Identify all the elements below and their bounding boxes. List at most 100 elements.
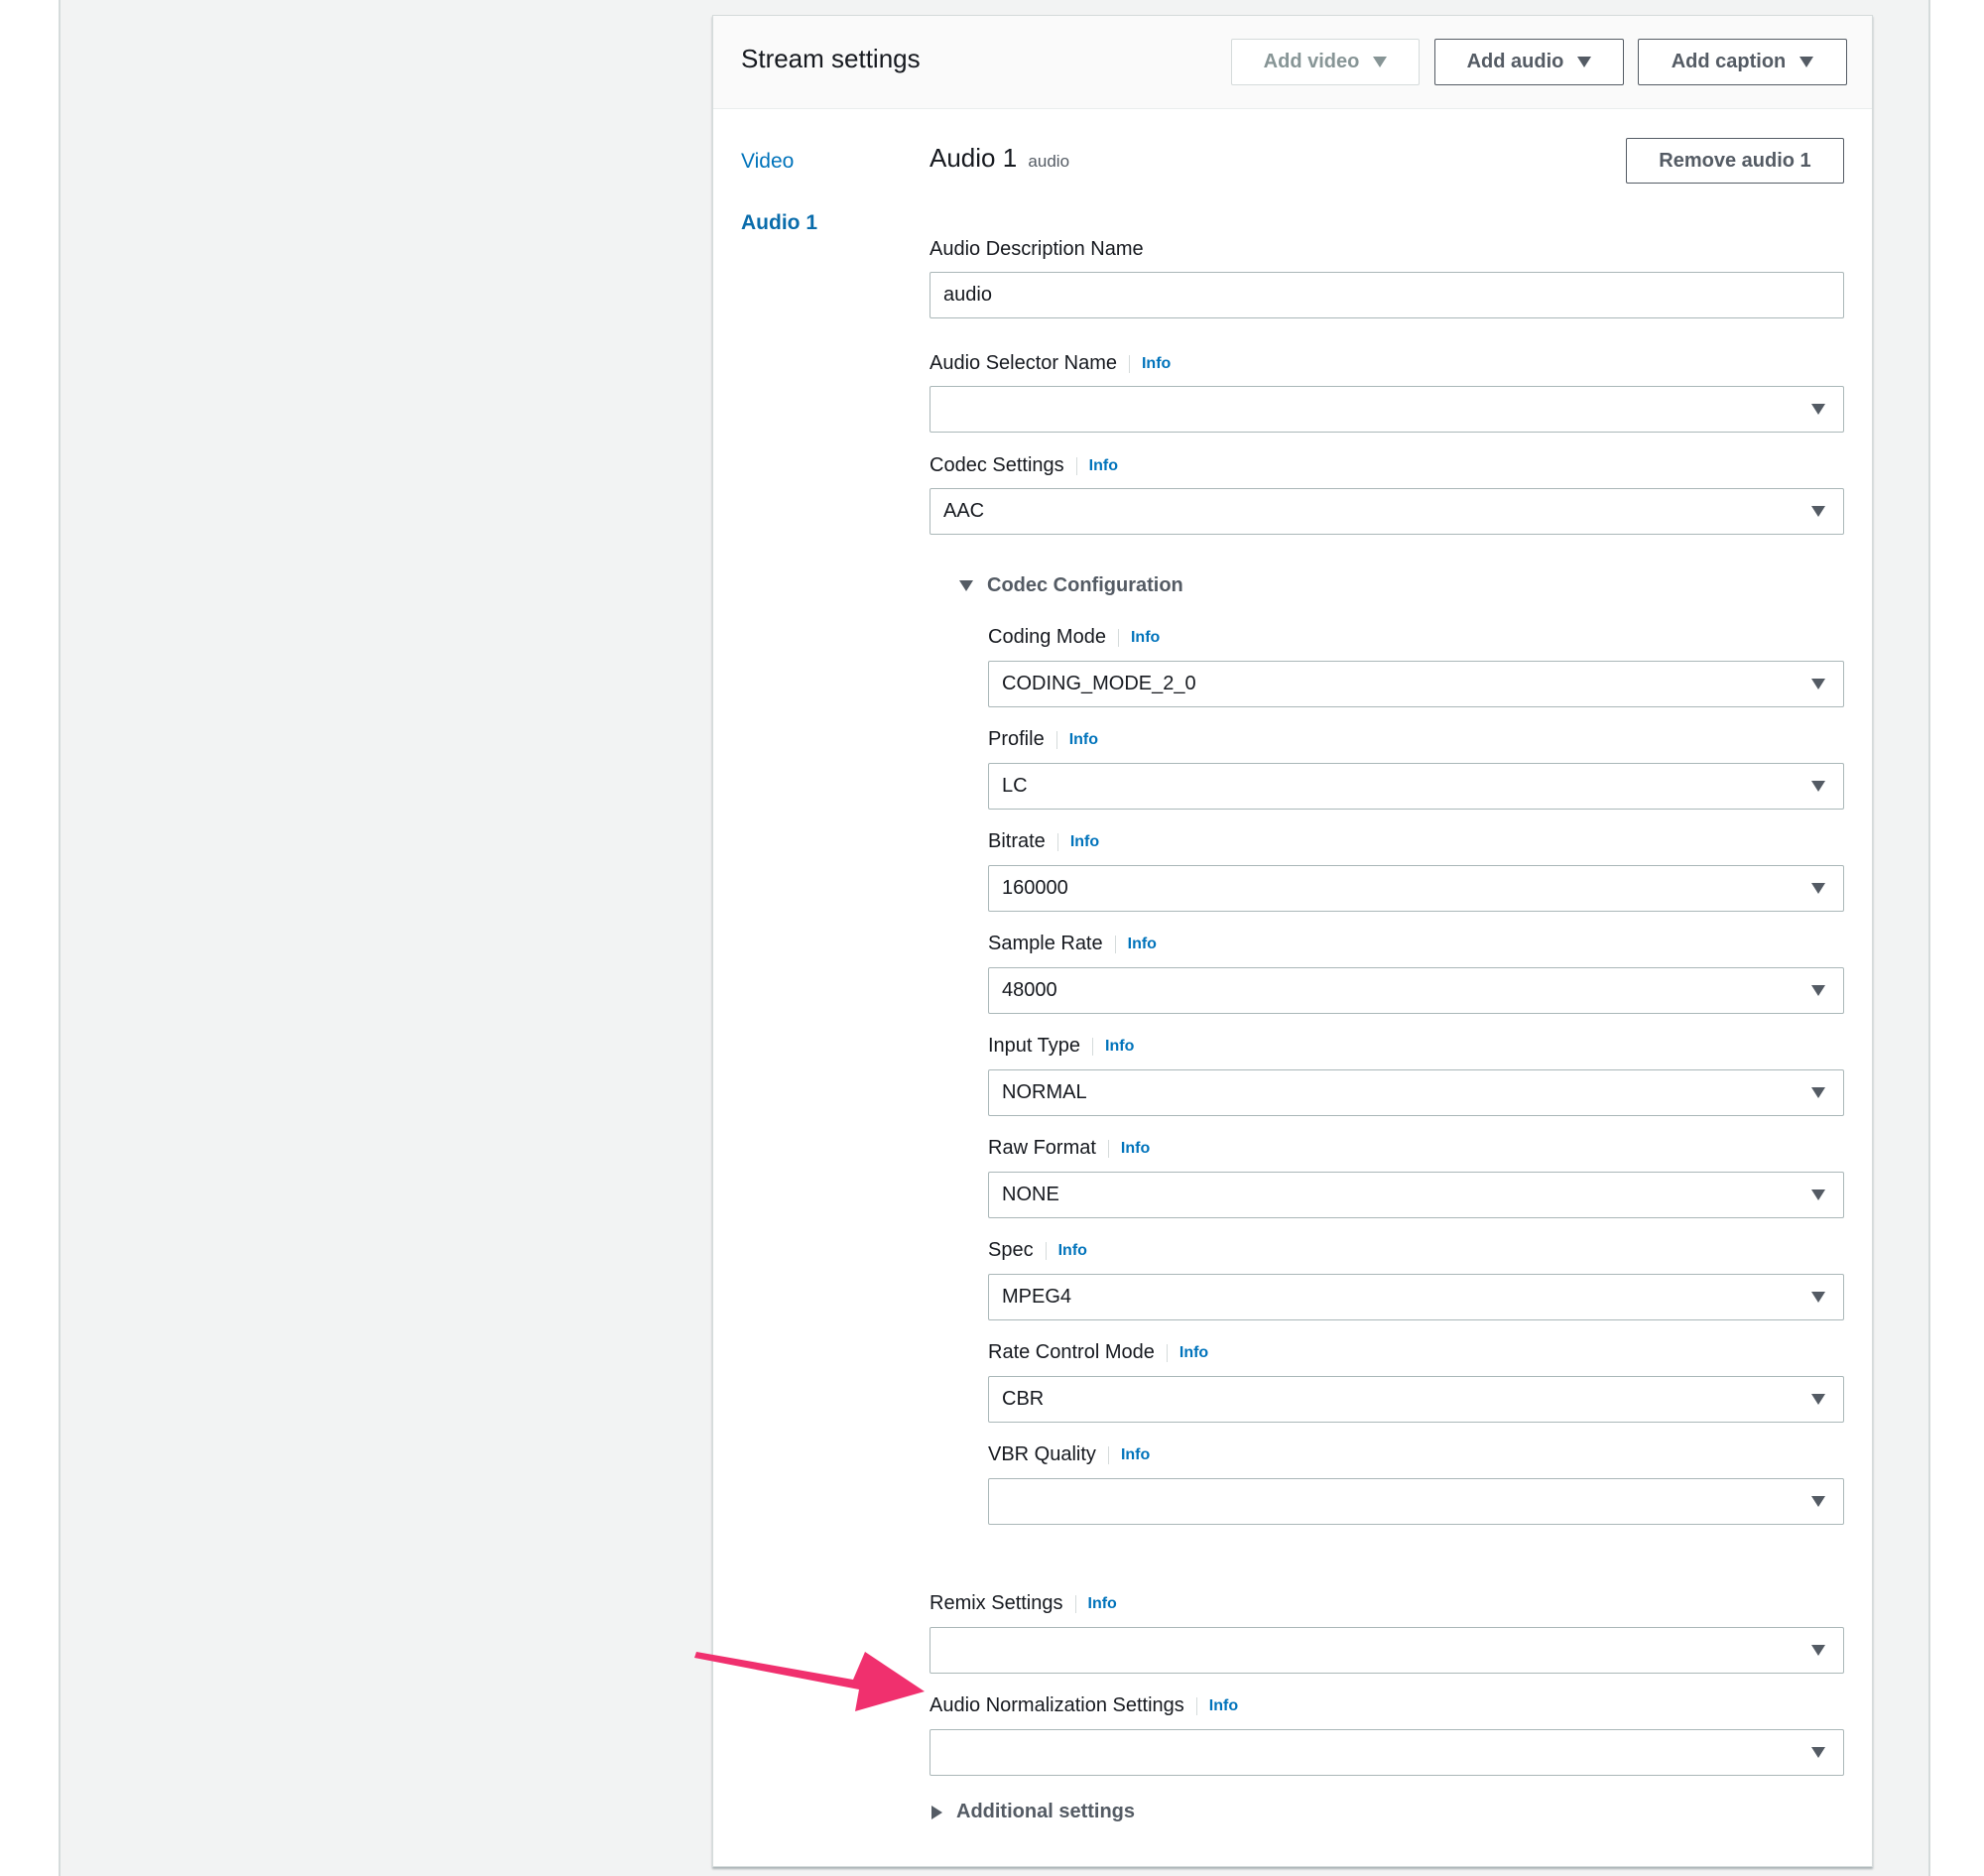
- caret-down-icon: [1811, 1496, 1825, 1507]
- audio-selector-name-select[interactable]: [930, 386, 1844, 433]
- select-value: 160000: [1002, 877, 1068, 899]
- caret-down-icon: [1811, 1189, 1825, 1200]
- section-title: Audio 1 audio: [930, 143, 1069, 174]
- info-link[interactable]: Info: [1107, 1445, 1150, 1464]
- caret-down-icon: [1811, 883, 1825, 894]
- spec-label: Spec Info: [988, 1239, 1087, 1262]
- audio-description-name-label: Audio Description Name: [930, 238, 1144, 261]
- sample-rate-label: Sample Rate Info: [988, 933, 1157, 955]
- audio-selector-name-label: Audio Selector Name Info: [930, 352, 1171, 375]
- remix-settings-select[interactable]: [930, 1627, 1844, 1674]
- audio-description-name-input[interactable]: audio: [930, 272, 1844, 318]
- select-value: NONE: [1002, 1184, 1059, 1205]
- profile-select[interactable]: LC: [988, 763, 1844, 810]
- select-value: 48000: [1002, 979, 1057, 1001]
- expanded-caret-icon: [959, 580, 973, 591]
- info-link[interactable]: Info: [1056, 832, 1099, 851]
- add-video-button[interactable]: Add video: [1231, 39, 1420, 85]
- codec-settings-select[interactable]: AAC: [930, 488, 1844, 535]
- info-link[interactable]: Info: [1092, 1037, 1134, 1056]
- audio-normalization-settings-label: Audio Normalization Settings Info: [930, 1694, 1238, 1717]
- label-text: VBR Quality: [988, 1443, 1096, 1465]
- label-text: Input Type: [988, 1035, 1081, 1057]
- codec-settings-label: Codec Settings Info: [930, 454, 1118, 477]
- label-text: Codec Settings: [930, 454, 1064, 476]
- label-text: Audio Description Name: [930, 238, 1144, 260]
- caret-down-icon: [1373, 57, 1388, 67]
- info-link[interactable]: Info: [1114, 935, 1157, 953]
- section-subtitle: audio: [1028, 152, 1070, 171]
- select-value: MPEG4: [1002, 1286, 1072, 1308]
- additional-settings-toggle[interactable]: Additional settings: [931, 1801, 1135, 1823]
- input-type-select[interactable]: NORMAL: [988, 1069, 1844, 1116]
- info-link[interactable]: Info: [1074, 1594, 1117, 1613]
- info-link[interactable]: Info: [1045, 1241, 1087, 1260]
- rate-control-mode-label: Rate Control Mode Info: [988, 1341, 1208, 1364]
- info-link[interactable]: Info: [1117, 628, 1160, 647]
- label-text: Remix Settings: [930, 1592, 1063, 1614]
- info-link[interactable]: Info: [1055, 730, 1098, 749]
- section-title-text: Audio 1: [930, 143, 1018, 173]
- vbr-quality-label: VBR Quality Info: [988, 1443, 1150, 1466]
- audio-normalization-settings-select[interactable]: [930, 1729, 1844, 1776]
- caret-down-icon: [1811, 404, 1825, 415]
- info-link[interactable]: Info: [1195, 1696, 1238, 1715]
- spec-select[interactable]: MPEG4: [988, 1274, 1844, 1320]
- label-text: Audio Selector Name: [930, 352, 1117, 374]
- remix-settings-label: Remix Settings Info: [930, 1592, 1117, 1615]
- info-link[interactable]: Info: [1107, 1139, 1150, 1158]
- caret-down-icon: [1811, 985, 1825, 996]
- vbr-quality-select[interactable]: [988, 1478, 1844, 1525]
- label-text: Rate Control Mode: [988, 1341, 1155, 1363]
- toggle-label: Additional settings: [956, 1801, 1135, 1822]
- label-text: Coding Mode: [988, 626, 1106, 648]
- select-value: CODING_MODE_2_0: [1002, 673, 1196, 694]
- stream-settings-panel: Stream settings Add video Add audio Add …: [712, 15, 1873, 1867]
- profile-label: Profile Info: [988, 728, 1098, 751]
- bitrate-label: Bitrate Info: [988, 830, 1099, 853]
- nav-item-video[interactable]: Video: [741, 150, 794, 174]
- annotation-arrow-icon: [694, 1652, 925, 1711]
- select-value: CBR: [1002, 1388, 1045, 1410]
- caret-down-icon: [1811, 1747, 1825, 1758]
- caret-down-icon: [1811, 1394, 1825, 1405]
- select-value: LC: [1002, 775, 1028, 797]
- toggle-label: Codec Configuration: [987, 574, 1183, 596]
- label-text: Raw Format: [988, 1137, 1096, 1159]
- panel-title: Stream settings: [741, 44, 921, 73]
- sample-rate-select[interactable]: 48000: [988, 967, 1844, 1014]
- caret-down-icon: [1811, 781, 1825, 792]
- label-text: Bitrate: [988, 830, 1046, 852]
- caret-down-icon: [1811, 506, 1825, 517]
- nav-item-audio-1[interactable]: Audio 1: [741, 211, 817, 235]
- add-caption-label: Add caption: [1671, 51, 1787, 72]
- caret-down-icon: [1811, 1087, 1825, 1098]
- remove-audio-button[interactable]: Remove audio 1: [1626, 138, 1844, 184]
- rate-control-mode-select[interactable]: CBR: [988, 1376, 1844, 1423]
- collapsed-caret-icon: [931, 1805, 942, 1819]
- info-link[interactable]: Info: [1128, 354, 1171, 373]
- label-text: Sample Rate: [988, 933, 1103, 954]
- caret-down-icon: [1799, 57, 1814, 67]
- add-audio-button[interactable]: Add audio: [1434, 39, 1624, 85]
- panel-header: Stream settings Add video Add audio Add …: [713, 16, 1872, 109]
- input-value: audio: [943, 284, 992, 306]
- add-caption-button[interactable]: Add caption: [1638, 39, 1847, 85]
- coding-mode-label: Coding Mode Info: [988, 626, 1160, 649]
- label-text: Profile: [988, 728, 1045, 750]
- info-link[interactable]: Info: [1075, 456, 1118, 475]
- caret-down-icon: [1811, 1292, 1825, 1303]
- raw-format-label: Raw Format Info: [988, 1137, 1150, 1160]
- info-link[interactable]: Info: [1166, 1343, 1208, 1362]
- caret-down-icon: [1577, 57, 1592, 67]
- add-video-label: Add video: [1263, 51, 1360, 72]
- add-audio-label: Add audio: [1466, 51, 1564, 72]
- label-text: Spec: [988, 1239, 1034, 1261]
- coding-mode-select[interactable]: CODING_MODE_2_0: [988, 661, 1844, 707]
- label-text: Audio Normalization Settings: [930, 1694, 1184, 1716]
- codec-configuration-toggle[interactable]: Codec Configuration: [959, 574, 1183, 597]
- raw-format-select[interactable]: NONE: [988, 1172, 1844, 1218]
- input-type-label: Input Type Info: [988, 1035, 1134, 1058]
- bitrate-select[interactable]: 160000: [988, 865, 1844, 912]
- select-value: AAC: [943, 500, 985, 522]
